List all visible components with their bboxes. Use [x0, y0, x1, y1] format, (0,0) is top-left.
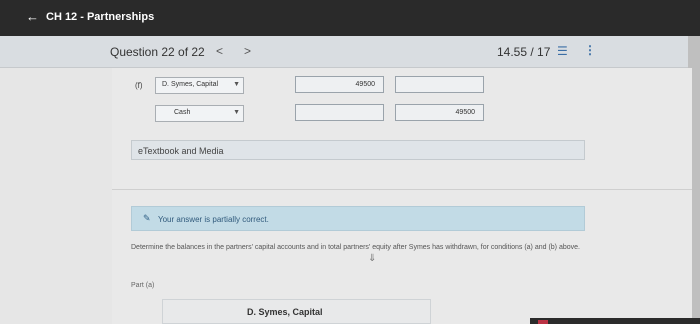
top-header: ← CH 12 - Partnerships — [0, 0, 700, 36]
account-select-value: D. Symes, Capital — [162, 81, 219, 88]
question-counter: Question 22 of 22 — [110, 45, 205, 59]
question-list-icon[interactable]: ☰ — [557, 44, 568, 58]
entry-row-label: (f) — [135, 81, 143, 90]
account-select[interactable]: Cash ▼ — [155, 105, 244, 122]
account-select-value: Cash — [174, 109, 191, 116]
chevron-down-icon: ▼ — [233, 81, 240, 88]
debit-input[interactable]: 49500 — [295, 76, 384, 93]
question-bar: Question 22 of 22 < > 14.55 / 17 ☰ ⋮ — [0, 36, 700, 68]
more-options-icon[interactable]: ⋮ — [584, 43, 596, 57]
debit-input[interactable] — [295, 104, 384, 121]
credit-input[interactable]: 49500 — [395, 104, 484, 121]
answer-status-banner: ✎ Your answer is partially correct. — [131, 206, 585, 231]
question-instructions: Determine the balances in the partners' … — [131, 244, 580, 251]
etextbook-media-link[interactable]: eTextbook and Media — [131, 140, 585, 160]
taskbar — [530, 318, 700, 324]
mouse-cursor-icon: ⇓ — [368, 253, 377, 264]
part-label: Part (a) — [131, 282, 155, 289]
account-select[interactable]: D. Symes, Capital ▼ — [155, 77, 244, 94]
chevron-right-icon[interactable]: > — [244, 44, 251, 58]
score-display: 14.55 / 17 — [497, 45, 551, 59]
credit-input[interactable] — [395, 76, 484, 93]
capital-account-header: D. Symes, Capital — [162, 299, 431, 324]
chevron-down-icon: ▼ — [233, 109, 240, 116]
taskbar-app-indicator — [538, 320, 548, 324]
capital-account-label: D. Symes, Capital — [247, 307, 323, 317]
section-divider — [112, 189, 692, 190]
arrow-left-icon[interactable]: ← — [26, 9, 39, 24]
pencil-icon: ✎ — [143, 213, 151, 223]
answer-status-text: Your answer is partially correct. — [158, 215, 269, 224]
chevron-left-icon[interactable]: < — [216, 44, 223, 58]
chapter-title: CH 12 - Partnerships — [46, 11, 155, 23]
